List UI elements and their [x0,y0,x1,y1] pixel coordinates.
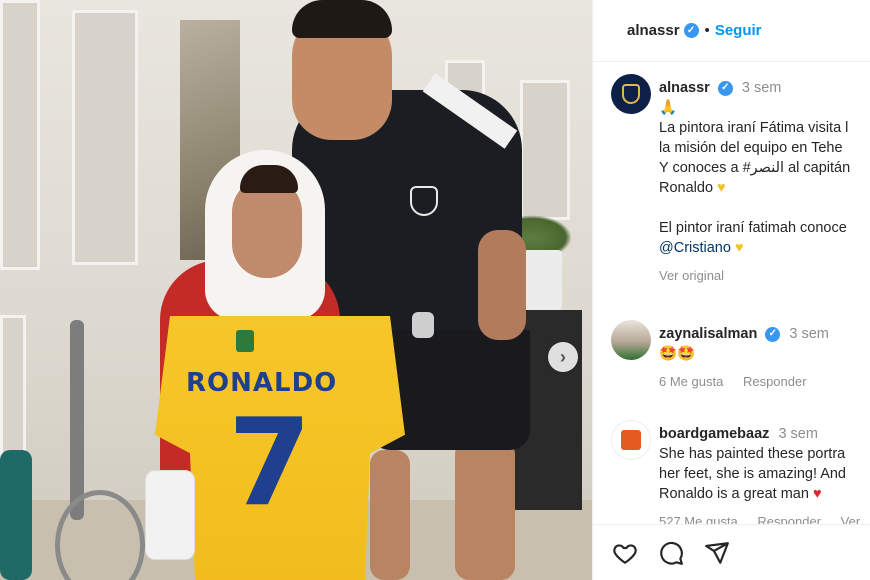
caption-line: Y conoces a #النصر al capitán [659,160,851,176]
wall-panel [520,80,570,220]
heart-icon [613,543,637,564]
wheelchair-wheel [55,490,145,580]
comment-icon [660,541,683,565]
comment-text: Ronaldo is a great man [659,486,809,502]
comment-text: her feet, she is amazing! And [659,466,846,482]
jersey-badge [236,330,254,352]
wheelchair-frame [70,320,84,520]
red-heart-icon: ♥ [812,486,822,502]
reply-button[interactable]: Responder [757,514,821,524]
follow-button[interactable]: Seguir [715,22,762,39]
club-crest-icon [622,84,640,104]
next-image-button[interactable]: › [548,342,578,372]
post-header: alnassr ✓ • Seguir [593,0,870,62]
jersey-number: 7 [228,394,312,533]
mention-link[interactable]: @Cristiano [659,240,731,256]
logo-icon [621,430,641,450]
man-leg [455,440,515,580]
woman-face [232,178,302,278]
avatar[interactable] [611,320,651,360]
share-button[interactable] [703,539,731,567]
avatar[interactable] [611,74,651,114]
comment: zaynalisalman ✓ 3 sem 🤩🤩 6 Me gusta Resp… [659,324,870,392]
caption-line: la misión del equipo en Tehe [659,140,843,156]
verified-badge-icon: ✓ [683,23,699,38]
man-arm [478,230,526,340]
chevron-right-icon: › [560,346,566,367]
comment-time[interactable]: 3 sem [789,326,829,342]
wheelchair [30,320,160,580]
caption-time[interactable]: 3 sem [742,80,782,96]
caption-line: El pintor iraní fatimah conoce [659,220,847,236]
woman-hair [240,165,298,193]
comment-likes[interactable]: 6 Me gusta [659,374,723,389]
reply-button[interactable]: Responder [743,374,807,389]
author-username[interactable]: alnassr [627,22,680,39]
man-hair [292,0,392,38]
caption-line: Ronaldo [659,180,714,196]
comment: boardgamebaaz 3 sem She has painted thes… [659,424,870,524]
avatar[interactable] [611,420,651,460]
caption-line: La pintora iraní Fátima visita l [659,120,849,136]
verified-badge-icon: ✓ [765,326,781,342]
caption: alnassr ✓ 3 sem 🙏 La pintora iraní Fátim… [659,78,870,286]
wristwatch [412,312,434,338]
post-sidebar: alnassr ✓ • Seguir alnassr ✓ 3 sem 🙏 La … [592,0,870,580]
wall-panel [0,315,26,465]
yellow-heart-icon: ♥ [734,240,744,256]
wall-panel [72,10,138,265]
wall-panel [0,0,40,270]
comment-time[interactable]: 3 sem [778,426,818,442]
teal-chair [0,450,32,580]
like-button[interactable] [611,539,639,567]
club-crest [410,186,438,216]
comment-text: 🤩🤩 [659,346,696,362]
handbag [145,470,195,560]
comment-username[interactable]: boardgamebaaz [659,426,769,442]
yellow-heart-icon: ♥ [717,180,726,196]
caption-emoji: 🙏 [659,100,678,116]
comment-button[interactable] [657,539,685,567]
see-original-link[interactable]: Ver original [659,266,870,286]
comment-likes[interactable]: 527 Me gusta [659,514,738,524]
comment-username[interactable]: zaynalisalman [659,326,757,342]
comment-text: She has painted these portra [659,446,846,462]
post-actions [593,524,870,580]
comments-list[interactable]: alnassr ✓ 3 sem 🙏 La pintora iraní Fátim… [593,62,870,524]
man-leg [370,450,410,580]
verified-badge-icon: ✓ [717,80,733,96]
share-icon [705,541,729,564]
post-image[interactable]: RONALDO 7 › [0,0,592,580]
see-translation-link[interactable]: Ver [841,514,861,524]
caption-username[interactable]: alnassr [659,80,710,96]
separator-dot: • [704,22,710,39]
